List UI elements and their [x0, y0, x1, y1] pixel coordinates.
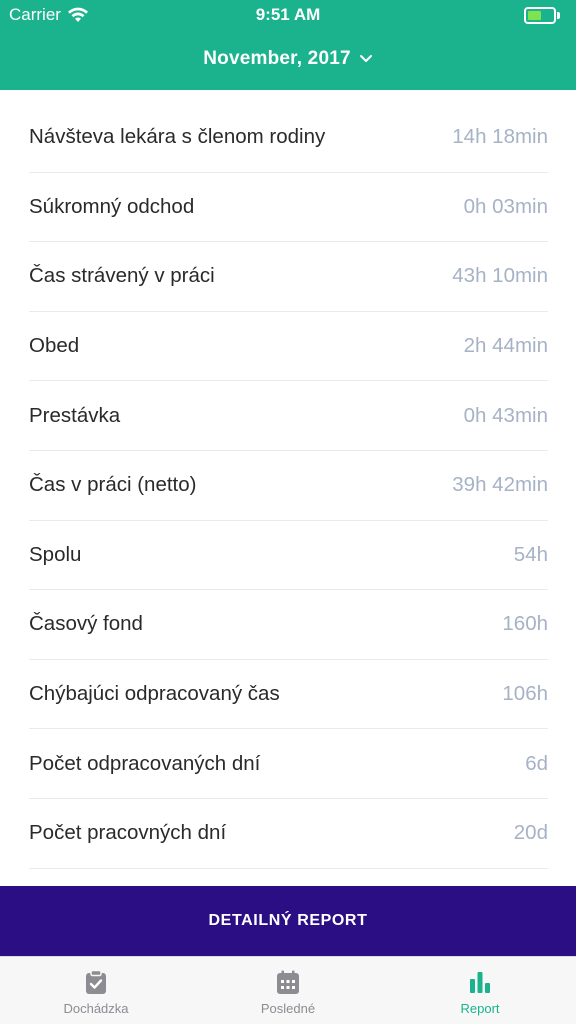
row-value: 20d — [513, 821, 548, 845]
tab-bar: Dochádzka Posledné Report — [0, 956, 576, 1024]
chevron-down-icon — [359, 55, 372, 62]
row-value: 106h — [502, 682, 548, 706]
app-header: Carrier 9:51 AM November, 2017 — [0, 0, 576, 90]
status-time: 9:51 AM — [255, 5, 321, 24]
list-item: Súkromný odchod 0h 03min — [29, 173, 548, 243]
row-value: 0h 03min — [463, 194, 548, 218]
list-item: Čas strávený v práci 43h 10min — [29, 242, 548, 312]
tab-label: Posledné — [260, 1001, 316, 1016]
battery-icon — [524, 6, 562, 24]
row-label: Počet pracovných dní — [29, 821, 227, 845]
row-label: Čas strávený v práci — [29, 264, 215, 288]
row-label: Chýbajúci odpracovaný čas — [29, 682, 280, 706]
row-label: Návšteva lekára s členom rodiny — [29, 125, 326, 149]
row-label: Počet odpracovaných dní — [29, 751, 261, 775]
tab-report[interactable]: Report — [384, 957, 576, 1024]
report-summary-list: Návšteva lekára s členom rodiny 14h 18min… — [0, 103, 576, 869]
list-item: Chýbajúci odpracovaný čas 106h — [29, 660, 548, 730]
status-bar: Carrier 9:51 AM — [0, 0, 576, 30]
list-item: Spolu 54h — [29, 521, 548, 591]
tab-label: Report — [460, 1001, 500, 1016]
row-label: Prestávka — [29, 403, 121, 427]
tab-label: Dochádzka — [63, 1001, 129, 1016]
clipboard-check-icon — [86, 969, 106, 994]
row-label: Spolu — [29, 542, 82, 566]
detailed-report-button[interactable]: DETAILNÝ REPORT — [0, 886, 576, 956]
row-value: 6d — [525, 751, 548, 775]
row-label: Časový fond — [29, 612, 143, 636]
tab-attendance[interactable]: Dochádzka — [0, 957, 192, 1024]
row-label: Čas v práci (netto) — [29, 473, 197, 497]
list-item: Časový fond 160h — [29, 590, 548, 660]
row-value: 14h 18min — [452, 125, 548, 149]
list-item: Počet pracovných dní 20d — [29, 799, 548, 869]
battery-level — [528, 10, 542, 20]
row-value: 39h 42min — [452, 473, 548, 497]
row-value: 43h 10min — [452, 264, 548, 288]
row-value: 160h — [502, 612, 548, 636]
month-label: November, 2017 — [203, 48, 351, 69]
list-item: Počet odpracovaných dní 6d — [29, 729, 548, 799]
list-item: Obed 2h 44min — [29, 312, 548, 382]
row-label: Súkromný odchod — [29, 194, 195, 218]
row-label: Obed — [29, 334, 80, 358]
calendar-icon — [277, 970, 299, 994]
row-value: 2h 44min — [463, 334, 548, 358]
list-item: Návšteva lekára s členom rodiny 14h 18min — [29, 103, 548, 173]
row-value: 54h — [513, 542, 548, 566]
row-value: 0h 43min — [463, 403, 548, 427]
list-item: Čas v práci (netto) 39h 42min — [29, 451, 548, 521]
month-selector[interactable]: November, 2017 — [0, 46, 576, 72]
list-item: Prestávka 0h 43min — [29, 381, 548, 451]
bar-chart-icon — [470, 972, 490, 993]
tab-recent[interactable]: Posledné — [192, 957, 384, 1024]
